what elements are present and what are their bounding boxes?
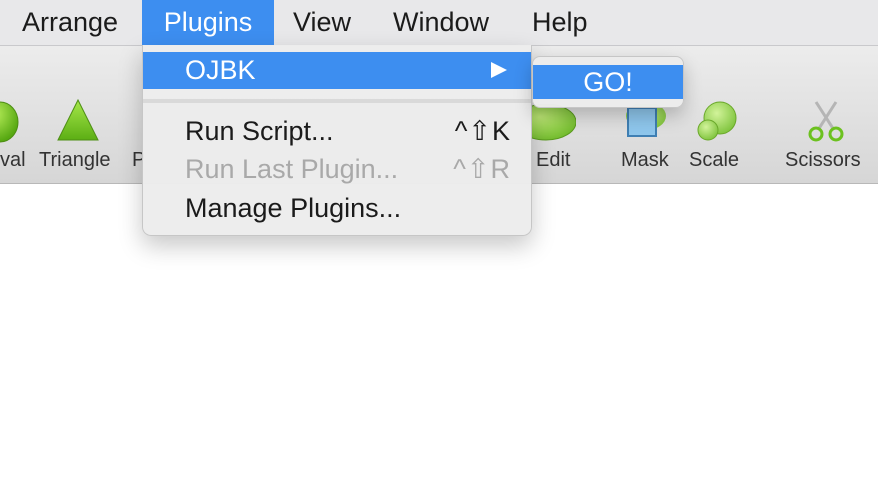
menu-item-run-script[interactable]: Run Script... ^⇧K (143, 113, 531, 150)
tool-scale-label[interactable]: Scale (689, 149, 739, 172)
mask-icon[interactable] (622, 102, 666, 145)
shortcut-label: ^⇧R (453, 154, 511, 184)
tool-scissors-label[interactable]: Scissors (785, 149, 861, 172)
menu-help[interactable]: Help (514, 0, 606, 45)
menu-bar: Arrange Plugins View Window Help (0, 0, 878, 46)
edit-icon[interactable] (515, 103, 577, 147)
oval-icon[interactable] (0, 100, 20, 149)
tool-edit-label[interactable]: Edit (536, 149, 570, 172)
menu-item-ojbk[interactable]: OJBK (143, 52, 531, 89)
submenu-item-go[interactable]: GO! (533, 65, 683, 99)
menu-item-label: Run Last Plugin... (185, 154, 399, 184)
triangle-icon[interactable] (56, 98, 100, 147)
menu-item-manage-plugins[interactable]: Manage Plugins... (143, 190, 531, 227)
menu-window[interactable]: Window (375, 0, 507, 45)
menu-item-label: Run Script... (185, 116, 334, 146)
menu-view[interactable]: View (275, 0, 369, 45)
plugins-menu: OJBK Run Script... ^⇧K Run Last Plugin..… (142, 45, 532, 236)
menu-item-run-last-plugin: Run Last Plugin... ^⇧R (143, 151, 531, 188)
submenu-arrow-icon (491, 62, 507, 78)
menu-item-label: Manage Plugins... (185, 193, 402, 223)
tool-triangle-label[interactable]: Triangle (39, 149, 111, 172)
shortcut-label: ^⇧K (454, 116, 511, 146)
ojbk-submenu: GO! (532, 56, 684, 108)
tool-oval-label[interactable]: val (0, 149, 26, 172)
scissors-icon[interactable] (806, 100, 846, 147)
menu-separator (143, 99, 531, 103)
menu-item-label: OJBK (185, 55, 256, 85)
menu-plugins[interactable]: Plugins (142, 0, 274, 45)
tool-mask-label[interactable]: Mask (621, 149, 669, 172)
scale-icon[interactable] (694, 100, 738, 147)
menu-arrange[interactable]: Arrange (4, 0, 136, 45)
